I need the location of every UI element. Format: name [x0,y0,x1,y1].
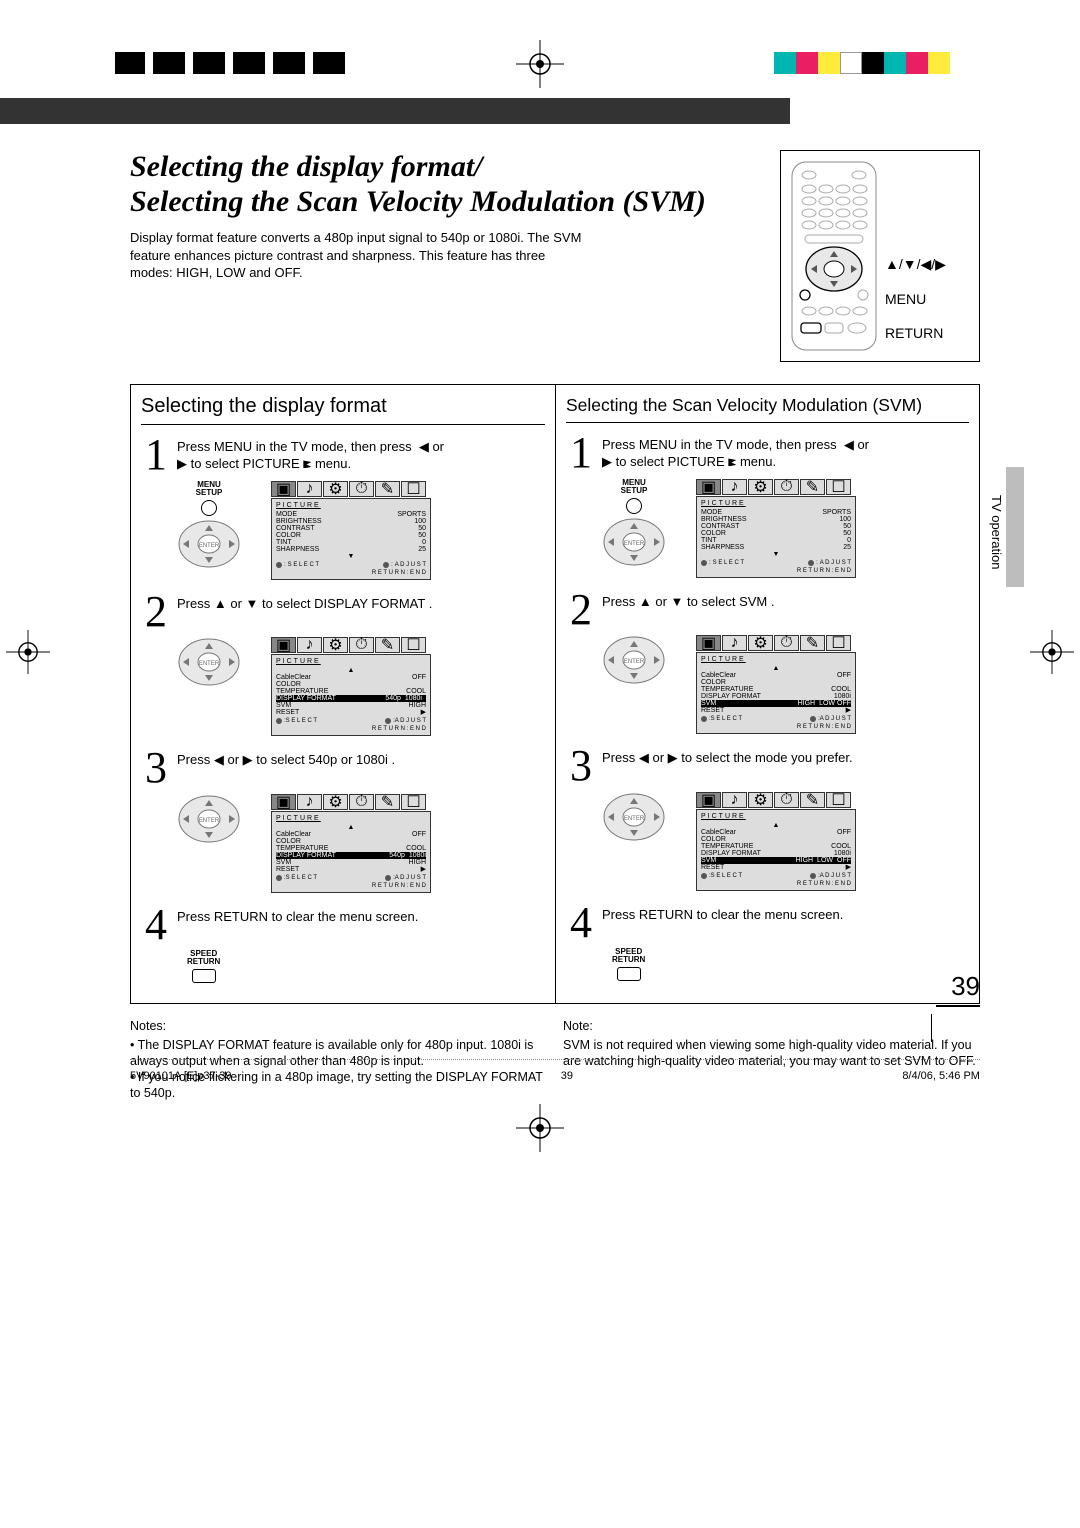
remote-return-label: RETURN [885,325,946,341]
step-text: Press RETURN to clear the menu screen. [602,903,969,943]
dpad-icon: ENTER [602,792,666,842]
remote-menu-label: MENU [885,291,946,307]
remote-control-icon [791,161,877,351]
osd-screenshot: ▣♪⚙⏱✎☐ PICTURE MODESPORTSBRIGHTNESS100CO… [696,479,856,578]
step-text: Press ▲ or ▼ to select SVM . [602,590,969,630]
osd-screenshot: ▣♪⚙⏱✎☐ PICTURE▲CableClearOFFCOLORTEMPERA… [696,635,856,734]
right-column-heading: Selecting the Scan Velocity Modulation (… [566,393,969,423]
step-number: 4 [566,903,596,943]
speed-return-label: SPEED RETURN [187,950,220,966]
left-column-heading: Selecting the display format [141,393,545,425]
svg-text:ENTER: ENTER [199,818,220,824]
osd-screenshot: ▣♪⚙⏱✎☐ PICTURE▲CableClearOFFCOLORTEMPERA… [271,794,431,893]
dpad-icon: ENTER [177,519,241,569]
step-text: Press ◀ or ▶ to select the mode you pref… [602,746,969,786]
remote-arrows-label: ▲/▼/◀/▶ [885,256,946,273]
step-text: Press ▲ or ▼ to select DISPLAY FORMAT . [177,592,545,632]
dpad-icon: ENTER [177,637,241,687]
step-number: 4 [141,905,171,945]
menu-setup-label: MENU SETUP [621,479,648,495]
step-number: 2 [141,592,171,632]
step-number: 3 [141,748,171,788]
step-number: 3 [566,746,596,786]
step-text: Press MENU in the TV mode, then press ◀ … [177,435,545,475]
osd-screenshot: ▣♪⚙⏱✎☐ PICTURE▲CableClearOFFCOLORTEMPERA… [696,792,856,891]
step-text: Press ◀ or ▶ to select 540p or 1080i . [177,748,545,788]
dpad-icon: ENTER [602,517,666,567]
svg-text:ENTER: ENTER [199,543,220,549]
remote-callout-box: ▲/▼/◀/▶ MENU RETURN [780,150,980,362]
page-number: 39 [951,971,980,1002]
page-number-rule [936,1005,980,1007]
intro-paragraph: Display format feature converts a 480p i… [130,229,590,282]
print-footer: 5V90101A [E]p37-39 39 8/4/06, 5:46 PM [130,1059,980,1082]
step-text: Press RETURN to clear the menu screen. [177,905,545,945]
osd-tab-picture-icon: ▣ [271,481,296,497]
svg-text:ENTER: ENTER [624,659,645,665]
speed-return-label: SPEED RETURN [612,948,645,964]
step-number: 2 [566,590,596,630]
dpad-icon: ENTER [602,635,666,685]
left-column: Selecting the display format 1 Press MEN… [131,385,555,1003]
dpad-icon: ENTER [177,794,241,844]
svg-text:ENTER: ENTER [624,816,645,822]
svg-text:ENTER: ENTER [199,661,220,667]
menu-setup-button-icon [201,500,217,516]
osd-screenshot: ▣♪⚙⏱✎☐ PICTURE▲CableClearOFFCOLORTEMPERA… [271,637,431,736]
osd-screenshot: ▣ ♪⚙⏱✎☐ PICTURE MODESPORTSBRIGHTNESS100C… [271,481,431,580]
right-column: Selecting the Scan Velocity Modulation (… [555,385,979,1003]
menu-setup-label: MENU SETUP [196,481,223,497]
step-number: 1 [566,433,596,473]
step-number: 1 [141,435,171,475]
step-text: Press MENU in the TV mode, then press ◀ … [602,433,969,473]
registration-target-bottom-icon [516,1104,564,1152]
menu-setup-button-icon [626,498,642,514]
return-button-icon [192,969,216,983]
page-title: Selecting the display format/ Selecting … [130,150,760,219]
return-button-icon [617,967,641,981]
picture-flag-icon [303,460,311,468]
page-number-vrule [931,1014,932,1042]
svg-text:ENTER: ENTER [624,541,645,547]
picture-flag-icon [728,458,736,466]
